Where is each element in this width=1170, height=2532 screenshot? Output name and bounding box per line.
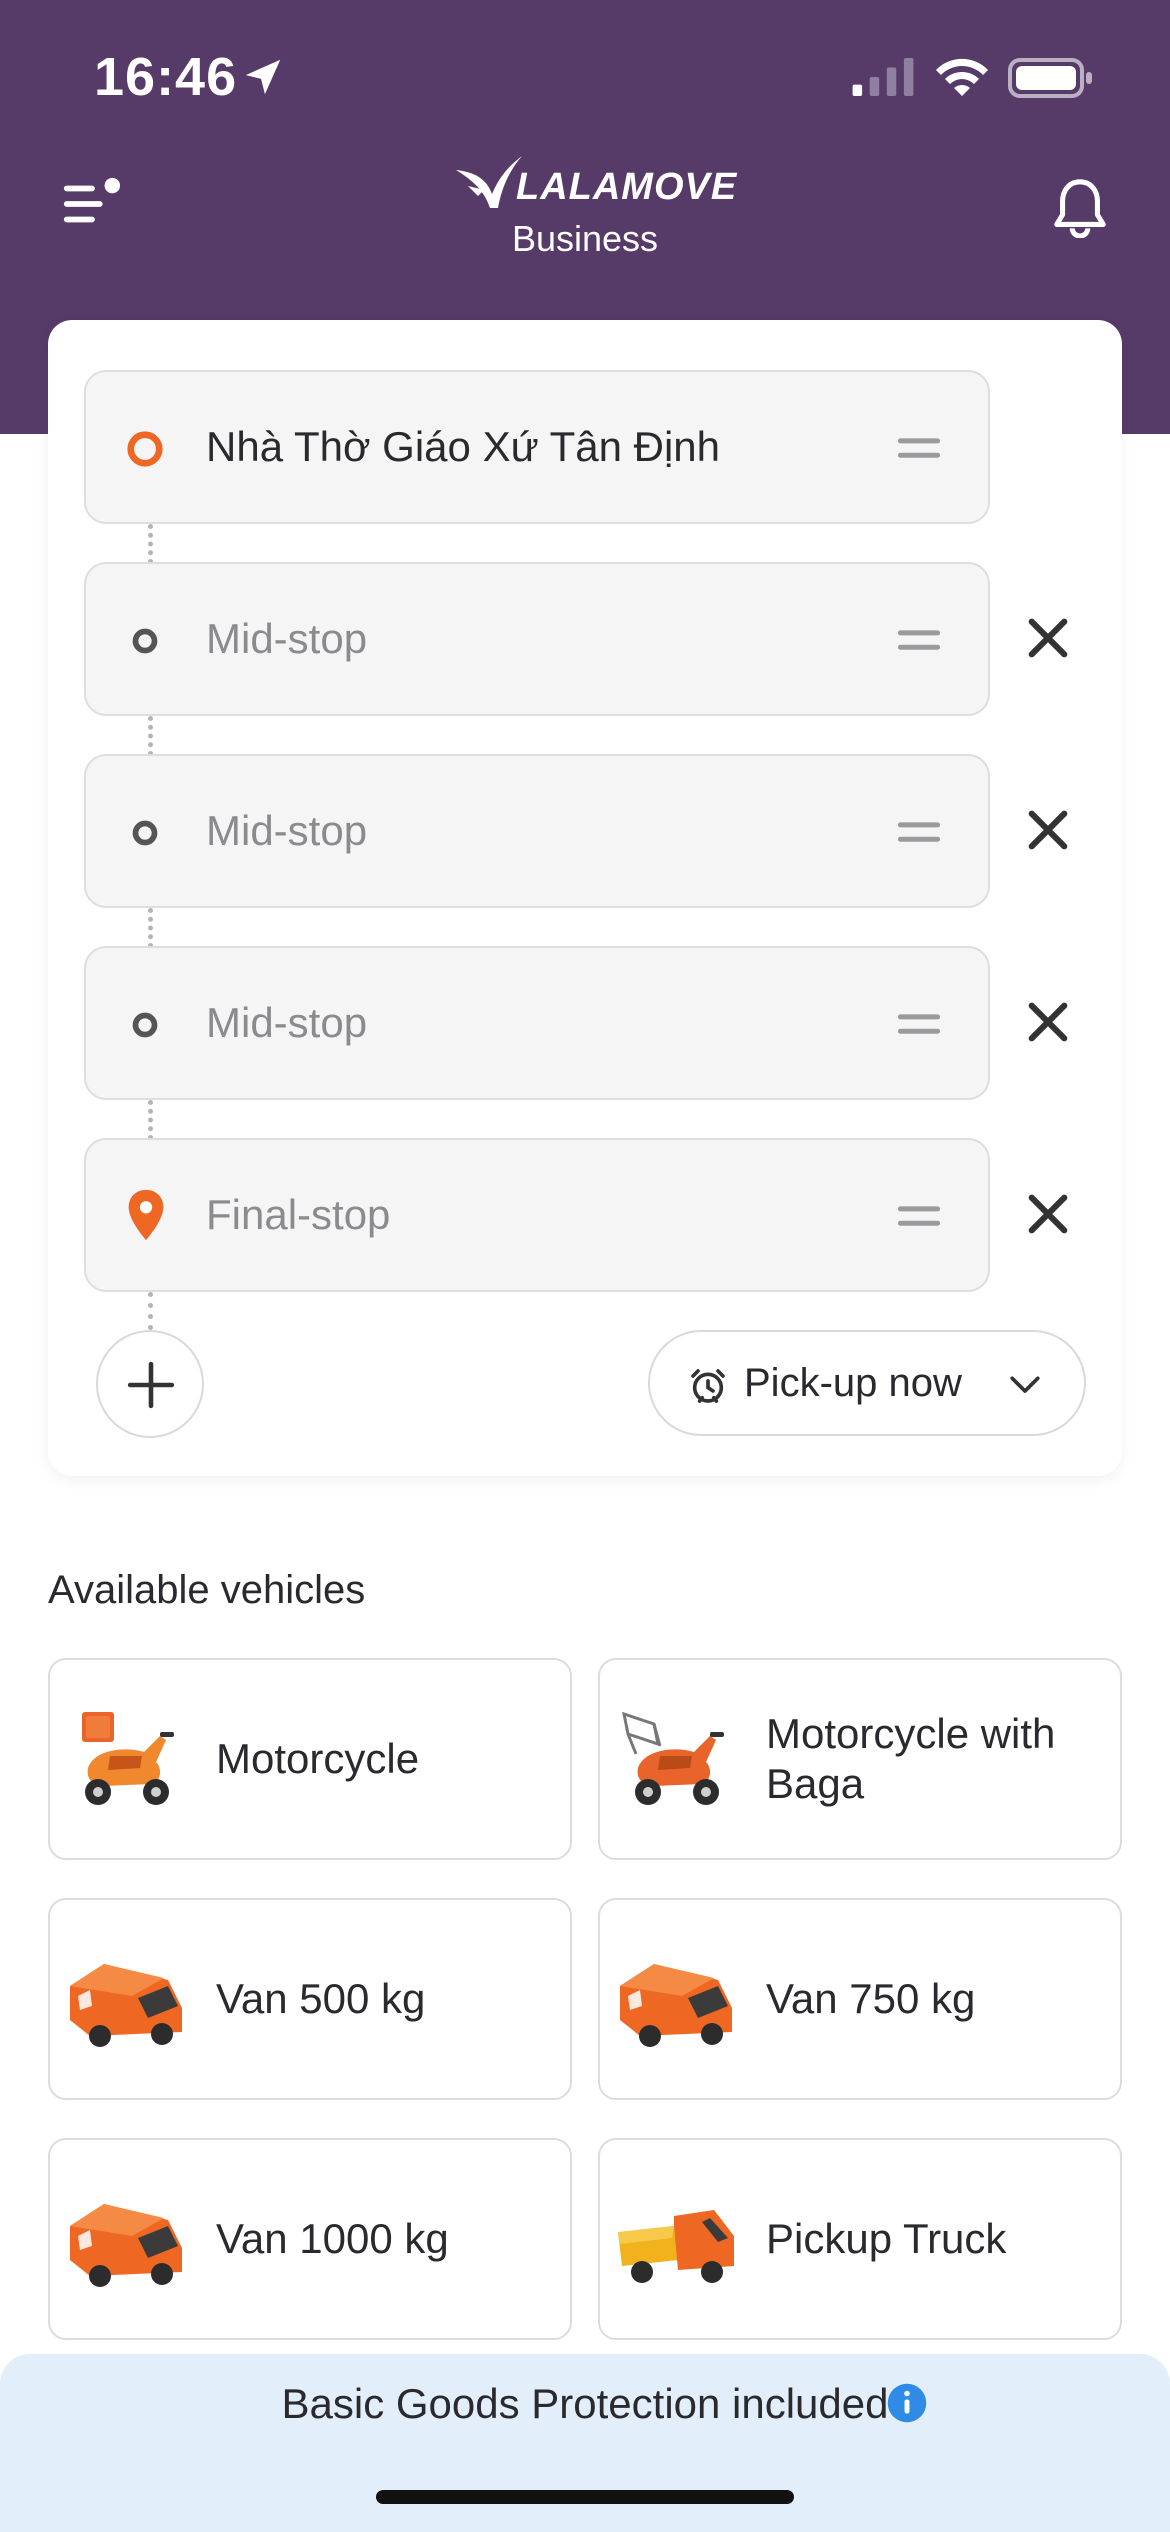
info-icon[interactable] xyxy=(886,2382,928,2424)
stop-label: Mid-stop xyxy=(206,807,368,854)
brand-name: LALAMOVE xyxy=(516,166,738,208)
stop-pickup-field[interactable]: Nhà Thờ Giáo Xứ Tân Định xyxy=(84,370,990,524)
status-time: 16:46 xyxy=(94,47,238,107)
mid-stop-dot-icon xyxy=(132,820,158,846)
stop-label: Final-stop xyxy=(206,1191,391,1238)
plus-icon xyxy=(127,1361,175,1409)
goods-protection-label: Basic Goods Protection included xyxy=(281,2380,889,2427)
vehicle-option-pickup-truck[interactable]: Pickup Truck xyxy=(598,2138,1122,2340)
van-icon xyxy=(70,1964,182,2047)
cellular-signal-icon xyxy=(852,58,914,96)
remove-stop-close-icon[interactable] xyxy=(1020,1186,1076,1242)
home-indicator xyxy=(376,2490,794,2504)
remove-stop-close-icon[interactable] xyxy=(1020,610,1076,666)
vehicle-option-motorcycle-baga[interactable]: Motorcycle with Baga xyxy=(598,1658,1122,1860)
vehicle-option-van-500[interactable]: Van 500 kg xyxy=(48,1898,572,2100)
vehicle-name: Motorcycle with Baga xyxy=(766,1710,1056,1807)
pickup-time-label: Pick-up now xyxy=(744,1361,962,1405)
drag-handle-icon[interactable] xyxy=(896,620,942,660)
vehicle-name: Pickup Truck xyxy=(766,2215,1007,2262)
motorcycle-baga-icon xyxy=(622,1711,724,1805)
vehicle-name: Van 750 kg xyxy=(766,1975,976,2022)
vehicles-section-title: Available vehicles xyxy=(48,1568,366,1612)
stop-mid-field[interactable]: Mid-stop xyxy=(84,946,990,1100)
vehicle-option-motorcycle[interactable]: Motorcycle xyxy=(48,1658,572,1860)
stop-label: Mid-stop xyxy=(206,999,368,1046)
vehicle-option-van-1000[interactable]: Van 1000 kg xyxy=(48,2138,572,2340)
wifi-icon xyxy=(936,58,988,96)
mid-stop-dot-icon xyxy=(132,628,158,654)
stop-label: Nhà Thờ Giáo Xứ Tân Định xyxy=(206,423,721,470)
bell-icon[interactable] xyxy=(1052,176,1108,238)
van-icon xyxy=(620,1964,732,2047)
stop-final-field[interactable]: Final-stop xyxy=(84,1138,990,1292)
location-pin-icon xyxy=(128,1189,164,1241)
vehicle-name: Van 500 kg xyxy=(216,1975,426,2022)
pickup-circle-icon xyxy=(127,431,163,467)
alarm-clock-icon xyxy=(691,1369,725,1403)
battery-icon xyxy=(1008,58,1092,98)
location-arrow-icon xyxy=(245,59,281,95)
route-connector xyxy=(148,524,153,564)
stop-label: Mid-stop xyxy=(206,615,368,662)
van-icon xyxy=(70,2204,182,2287)
stop-mid-field[interactable]: Mid-stop xyxy=(84,562,990,716)
route-connector xyxy=(148,1100,153,1140)
add-stop-button[interactable] xyxy=(96,1330,204,1438)
mid-stop-dot-icon xyxy=(132,1012,158,1038)
vehicle-option-van-750[interactable]: Van 750 kg xyxy=(598,1898,1122,2100)
route-connector xyxy=(148,1292,153,1330)
route-connector xyxy=(148,908,153,948)
chevron-down-icon xyxy=(1010,1376,1040,1393)
remove-stop-close-icon[interactable] xyxy=(1020,994,1076,1050)
stop-mid-field[interactable]: Mid-stop xyxy=(84,754,990,908)
drag-handle-icon[interactable] xyxy=(896,812,942,852)
route-connector xyxy=(148,716,153,756)
goods-protection-text: Basic Goods Protection included xyxy=(0,2380,1170,2428)
pickup-time-selector[interactable]: Pick-up now xyxy=(648,1330,1086,1436)
vehicle-name: Motorcycle xyxy=(216,1735,420,1782)
pickup-truck-icon xyxy=(618,2210,734,2283)
drag-handle-icon[interactable] xyxy=(896,1196,942,1236)
motorcycle-icon xyxy=(82,1712,174,1805)
brand-subtitle: Business xyxy=(511,218,659,259)
drag-handle-icon[interactable] xyxy=(896,1004,942,1044)
vehicle-name: Van 1000 kg xyxy=(216,2215,449,2262)
remove-stop-close-icon[interactable] xyxy=(1020,802,1076,858)
drag-handle-icon[interactable] xyxy=(896,428,942,468)
